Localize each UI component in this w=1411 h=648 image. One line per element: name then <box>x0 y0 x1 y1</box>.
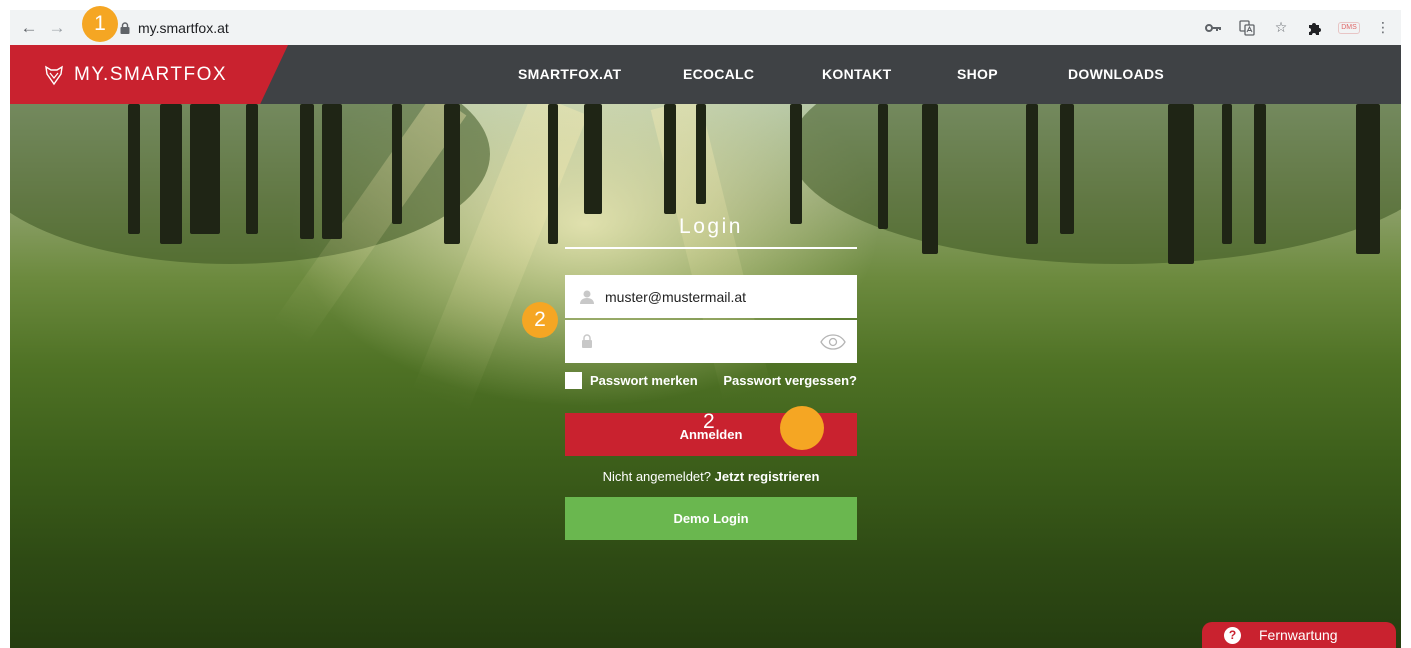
tree-trunk <box>444 104 460 244</box>
logo-text: MY.SMARTFOX <box>74 63 228 85</box>
lock-field-icon <box>577 332 597 352</box>
password-field[interactable] <box>565 320 857 363</box>
browser-toolbar: ← → my.smartfox.at ☆ DMS ⋮ <box>10 10 1401 45</box>
register-row: Nicht angemeldet? Jetzt registrieren <box>565 469 857 484</box>
register-link[interactable]: Jetzt registrieren <box>715 469 820 484</box>
url-text[interactable]: my.smartfox.at <box>138 20 229 36</box>
lock-icon <box>120 21 130 34</box>
tree-trunk <box>664 104 676 214</box>
tree-trunk <box>246 104 258 234</box>
key-icon[interactable] <box>1203 18 1223 38</box>
nav-smartfox-at[interactable]: SMARTFOX.AT <box>518 66 621 82</box>
remember-label[interactable]: Passwort merken <box>590 373 698 388</box>
tree-trunk <box>392 104 402 224</box>
email-input[interactable] <box>597 275 857 318</box>
dms-icon[interactable]: DMS <box>1338 18 1360 38</box>
annotation-marker-1: 1 <box>82 6 118 42</box>
annotation-marker-3: 2 <box>703 410 715 433</box>
nav-kontakt[interactable]: KONTAKT <box>822 66 892 82</box>
register-prompt: Nicht angemeldet? <box>602 469 711 484</box>
back-icon[interactable]: ← <box>18 17 40 39</box>
tree-trunk <box>300 104 314 239</box>
site-header: SMARTFOX.AT ECOCALC KONTAKT SHOP DOWNLOA… <box>10 45 1401 104</box>
tree-trunk <box>696 104 706 204</box>
menu-icon[interactable]: ⋮ <box>1373 18 1393 38</box>
remote-support-button[interactable]: ? Fernwartung <box>1202 622 1396 648</box>
remember-checkbox[interactable] <box>565 371 582 389</box>
remember-row: Passwort merken Passwort vergessen? <box>565 371 857 389</box>
tree-trunk <box>584 104 602 214</box>
password-input[interactable] <box>597 320 819 363</box>
address-bar[interactable]: my.smartfox.at <box>120 13 1200 42</box>
tree-trunk <box>878 104 888 229</box>
demo-login-button[interactable]: Demo Login <box>565 497 857 540</box>
star-icon[interactable]: ☆ <box>1271 18 1291 38</box>
login-title: Login <box>565 213 857 249</box>
tree-trunk <box>1168 104 1194 264</box>
translate-icon[interactable] <box>1237 18 1257 38</box>
help-icon: ? <box>1224 626 1241 644</box>
annotation-marker-2: 2 <box>522 302 558 338</box>
user-icon <box>577 287 597 307</box>
tree-trunk <box>1254 104 1266 244</box>
email-field[interactable] <box>565 275 857 318</box>
forward-icon[interactable]: → <box>46 17 68 39</box>
tree-trunk <box>1222 104 1232 244</box>
tree-trunk <box>322 104 342 239</box>
tree-trunk <box>790 104 802 224</box>
nav-downloads[interactable]: DOWNLOADS <box>1068 66 1164 82</box>
remote-support-label: Fernwartung <box>1259 627 1338 643</box>
nav-ecocalc[interactable]: ECOCALC <box>683 66 754 82</box>
tree-trunk <box>160 104 182 244</box>
fox-logo-icon <box>42 63 66 87</box>
puzzle-icon[interactable] <box>1305 18 1325 38</box>
forgot-password-link[interactable]: Passwort vergessen? <box>723 373 857 388</box>
tree-trunk <box>128 104 140 234</box>
tree-trunk <box>922 104 938 254</box>
tree-trunk <box>1356 104 1380 254</box>
tree-trunk <box>1060 104 1074 234</box>
annotation-marker-dot <box>780 406 824 450</box>
tree-trunk <box>548 104 558 244</box>
nav-shop[interactable]: SHOP <box>957 66 998 82</box>
logo[interactable]: MY.SMARTFOX <box>10 45 288 104</box>
eye-icon[interactable] <box>819 332 847 352</box>
tree-trunk <box>190 104 220 234</box>
tree-trunk <box>1026 104 1038 244</box>
